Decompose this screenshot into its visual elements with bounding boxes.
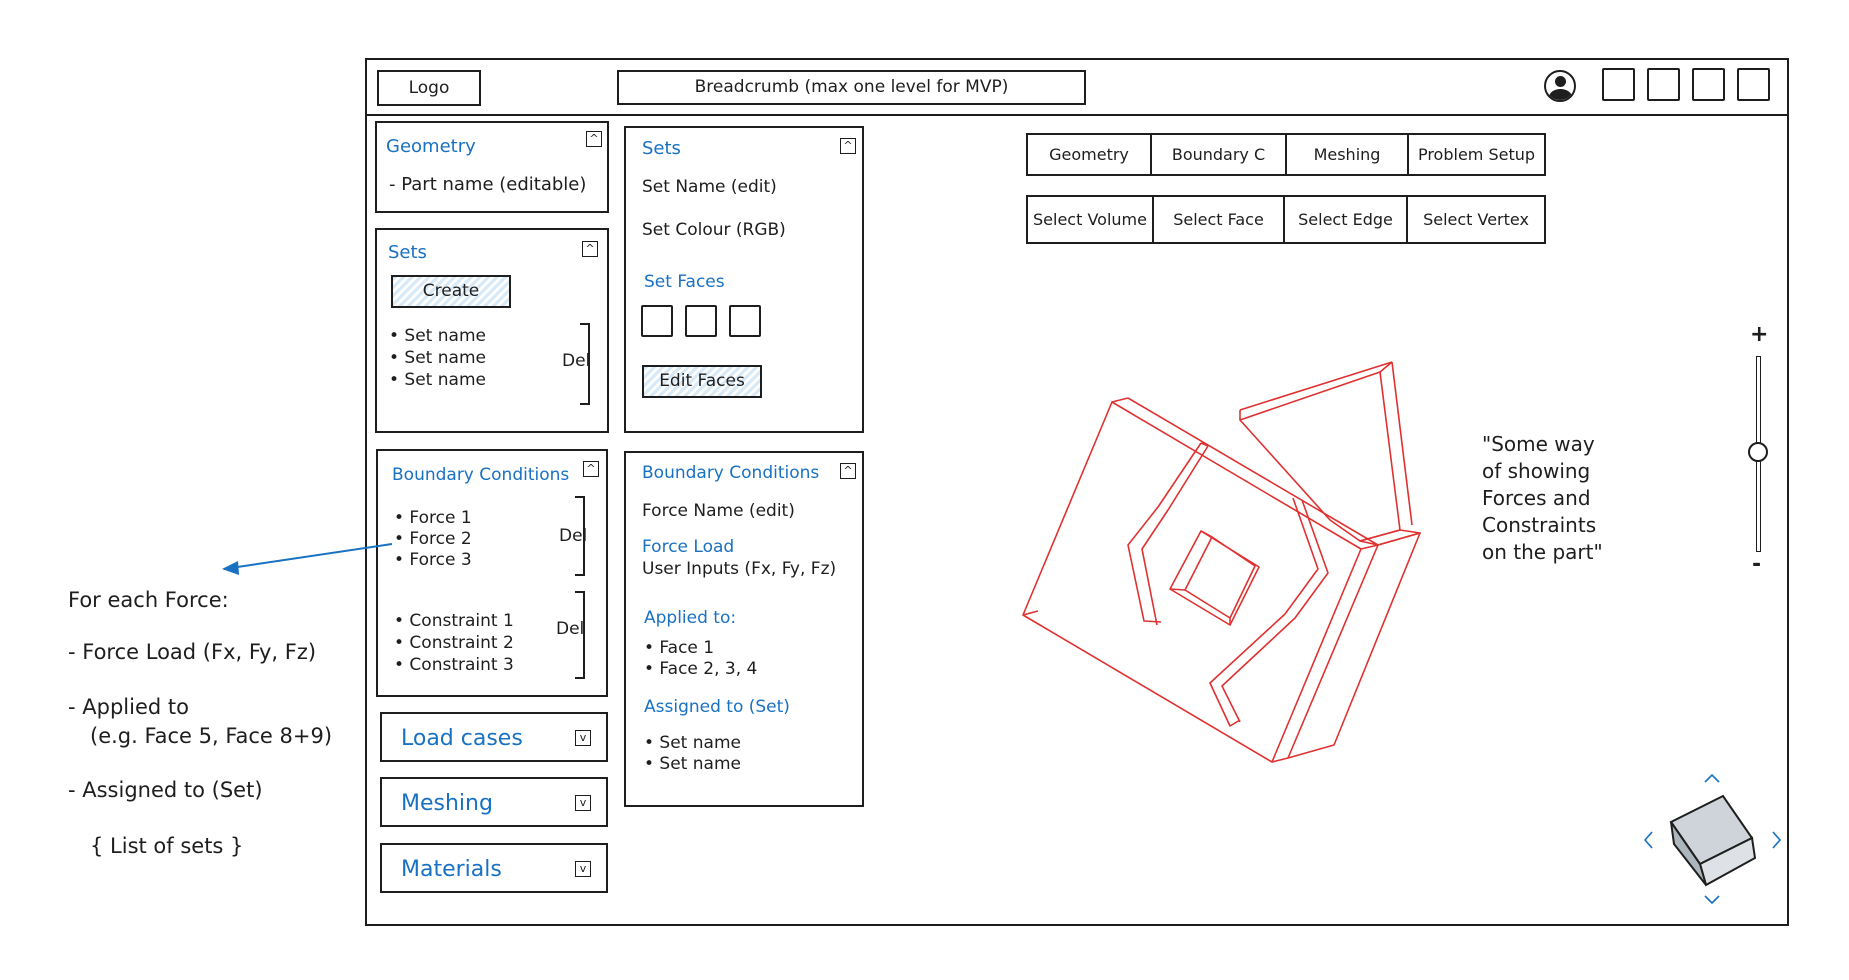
tab-boundary-conditions[interactable]: Boundary C	[1150, 135, 1285, 174]
boundary-panel-title: Boundary Conditions	[392, 465, 570, 485]
tab-meshing[interactable]: Meshing	[1285, 135, 1407, 174]
set-detail-panel: Sets ^ Set Name (edit) Set Colour (RGB) …	[624, 126, 864, 433]
boundary-detail-title: Boundary Conditions	[642, 463, 820, 483]
zoom-slider-handle[interactable]	[1748, 442, 1768, 462]
meshing-title: Meshing	[401, 791, 493, 816]
face-slot[interactable]	[685, 305, 717, 337]
force-list-item[interactable]: • Force 2	[394, 529, 472, 549]
collapse-up-icon[interactable]: ^	[586, 131, 602, 147]
tab-problem-setup[interactable]: Problem Setup	[1407, 135, 1544, 174]
annotation-line: - Assigned to (Set)	[68, 778, 263, 802]
toolbar-slot-4[interactable]	[1737, 68, 1770, 101]
header-divider	[365, 114, 1789, 116]
collapse-up-icon[interactable]: ^	[583, 461, 599, 477]
assigned-to-title: Assigned to (Set)	[644, 697, 790, 717]
constraint-list-item[interactable]: • Constraint 1	[394, 611, 514, 631]
select-volume-button[interactable]: Select Volume	[1028, 197, 1152, 242]
load-cases-title: Load cases	[401, 726, 523, 751]
bracket	[575, 591, 585, 679]
viewport-note-line: Forces and	[1482, 486, 1591, 510]
annotation-line: - Applied to	[68, 695, 189, 719]
collapse-up-icon[interactable]: ^	[840, 463, 856, 479]
annotation-line: - Force Load (Fx, Fy, Fz)	[68, 640, 317, 664]
set-name-field[interactable]: Set Name (edit)	[642, 177, 777, 197]
user-icon[interactable]	[1544, 70, 1576, 102]
set-detail-title: Sets	[642, 138, 681, 159]
face-slot[interactable]	[641, 305, 673, 337]
force-user-inputs[interactable]: User Inputs (Fx, Fy, Fz)	[642, 559, 836, 579]
create-set-button[interactable]: Create	[391, 275, 511, 308]
annotation-line: (e.g. Face 5, Face 8+9)	[90, 724, 333, 748]
bracket	[575, 496, 585, 576]
set-colour-field[interactable]: Set Colour (RGB)	[642, 220, 786, 240]
tab-geometry[interactable]: Geometry	[1028, 135, 1150, 174]
zoom-in-button[interactable]: +	[1750, 322, 1768, 347]
sets-panel: Sets ^ Create • Set name • Set name • Se…	[375, 228, 609, 433]
collapse-up-icon[interactable]: ^	[840, 138, 856, 154]
zoom-out-button[interactable]: -	[1752, 552, 1761, 577]
set-list-item[interactable]: • Set name	[389, 326, 486, 346]
annotation-line: { List of sets }	[90, 834, 244, 858]
collapse-up-icon[interactable]: ^	[582, 241, 598, 257]
meshing-panel[interactable]: Meshing v	[380, 777, 608, 827]
materials-title: Materials	[401, 857, 502, 882]
toolbar-slot-3[interactable]	[1692, 68, 1725, 101]
collapse-down-icon[interactable]: v	[575, 730, 591, 746]
set-faces-title: Set Faces	[644, 272, 725, 292]
force-name-field[interactable]: Force Name (edit)	[642, 501, 795, 521]
force-load-title: Force Load	[642, 537, 735, 557]
part-name[interactable]: - Part name (editable)	[389, 174, 586, 195]
assigned-set-item[interactable]: • Set name	[644, 754, 741, 774]
face-slot[interactable]	[729, 305, 761, 337]
geometry-panel: Geometry ^ - Part name (editable)	[375, 121, 609, 213]
load-cases-panel[interactable]: Load cases v	[380, 712, 608, 762]
viewport-note-line: of showing	[1482, 459, 1591, 483]
applied-face-item[interactable]: • Face 1	[644, 638, 714, 658]
edit-faces-button[interactable]: Edit Faces	[642, 365, 762, 398]
constraint-list-item[interactable]: • Constraint 3	[394, 655, 514, 675]
breadcrumb[interactable]: Breadcrumb (max one level for MVP)	[617, 70, 1086, 105]
bracket	[580, 323, 590, 405]
workflow-tabs: Geometry Boundary C Meshing Problem Setu…	[1026, 133, 1546, 176]
set-list-item[interactable]: • Set name	[389, 370, 486, 390]
applied-to-title: Applied to:	[644, 608, 737, 628]
viewport-note-line: on the part"	[1482, 540, 1603, 564]
select-face-button[interactable]: Select Face	[1152, 197, 1283, 242]
applied-face-item[interactable]: • Face 2, 3, 4	[644, 659, 757, 679]
sets-panel-title: Sets	[388, 242, 427, 263]
materials-panel[interactable]: Materials v	[380, 843, 608, 893]
set-list-item[interactable]: • Set name	[389, 348, 486, 368]
collapse-down-icon[interactable]: v	[575, 795, 591, 811]
viewport-note-line: Constraints	[1482, 513, 1597, 537]
constraint-list-item[interactable]: • Constraint 2	[394, 633, 514, 653]
boundary-conditions-panel: Boundary Conditions ^ • Force 1 • Force …	[376, 449, 608, 697]
collapse-down-icon[interactable]: v	[575, 861, 591, 877]
geometry-panel-title: Geometry	[386, 136, 476, 157]
boundary-detail-panel: Boundary Conditions ^ Force Name (edit) …	[624, 451, 864, 807]
force-list-item[interactable]: • Force 3	[394, 550, 472, 570]
force-list-item[interactable]: • Force 1	[394, 508, 472, 528]
assigned-set-item[interactable]: • Set name	[644, 733, 741, 753]
selection-mode-tabs: Select Volume Select Face Select Edge Se…	[1026, 195, 1546, 244]
select-vertex-button[interactable]: Select Vertex	[1406, 197, 1544, 242]
viewport-note-line: "Some way	[1482, 432, 1595, 456]
toolbar-slot-2[interactable]	[1647, 68, 1680, 101]
logo[interactable]: Logo	[377, 70, 481, 106]
annotation-title: For each Force:	[68, 588, 229, 612]
select-edge-button[interactable]: Select Edge	[1283, 197, 1406, 242]
toolbar-slot-1[interactable]	[1602, 68, 1635, 101]
